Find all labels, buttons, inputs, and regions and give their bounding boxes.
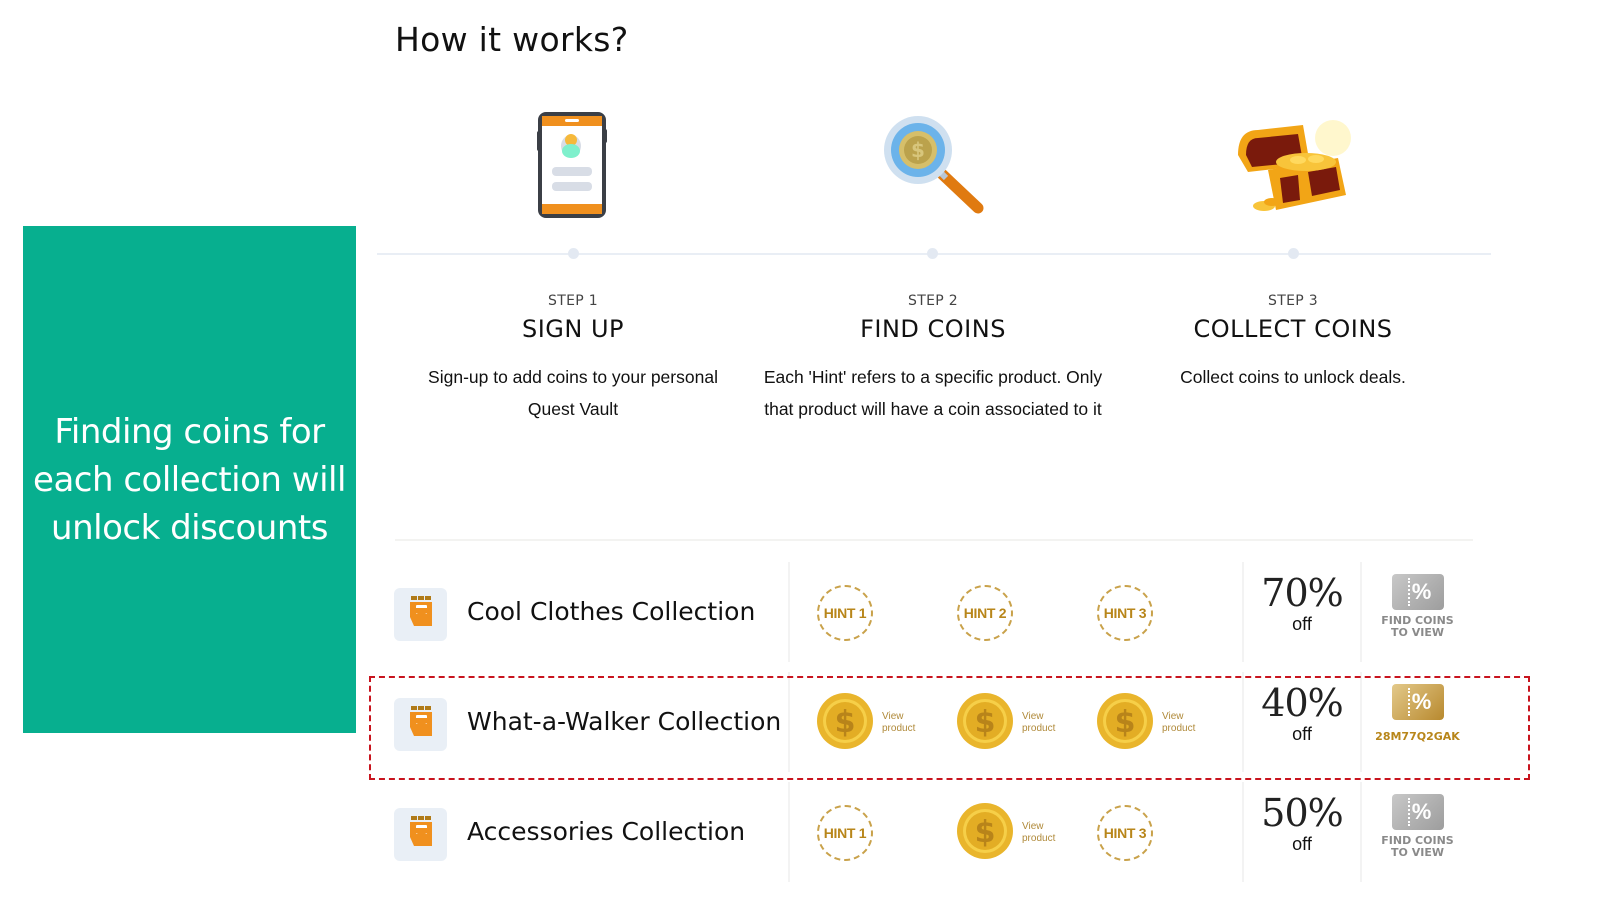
- callout-panel: Finding coins for each collection will u…: [23, 226, 356, 733]
- page-title: How it works?: [395, 20, 629, 59]
- collection-row: Cool Clothes Collection HINT 1 HINT 2 HINT …: [380, 562, 1520, 662]
- column-separator: [1242, 672, 1244, 772]
- column-separator: [1242, 562, 1244, 662]
- coin-slot[interactable]: $ View product: [956, 801, 1062, 865]
- steps-timeline: [377, 248, 1491, 259]
- discount-percent: 70%: [1261, 571, 1343, 615]
- coin-slot[interactable]: $ View product: [956, 691, 1062, 755]
- callout-text: Finding coins for each collection will u…: [33, 411, 346, 548]
- timeline-dot: [568, 248, 579, 259]
- step-collect-coins: STEP 3 COLLECT COINS Collect coins to un…: [1123, 100, 1463, 393]
- step-description: Each 'Hint' refers to a specific product…: [763, 367, 1103, 419]
- coupon-code[interactable]: 28M77Q2GAK: [1370, 730, 1465, 743]
- step-description: Collect coins to unlock deals.: [1180, 367, 1406, 387]
- column-separator: [788, 672, 790, 772]
- discount-percent: 50%: [1261, 791, 1343, 835]
- coin-slot[interactable]: $ View product: [1096, 691, 1202, 755]
- step-label: STEP 1: [548, 293, 598, 309]
- view-product-link[interactable]: View product: [882, 711, 922, 735]
- discount-suffix: off: [1292, 724, 1312, 744]
- collection-name: Accessories Collection: [467, 817, 746, 846]
- column-separator: [1360, 672, 1362, 772]
- svg-text:$: $: [1115, 705, 1136, 740]
- discount-display: 70% off: [1248, 570, 1356, 635]
- hint-button[interactable]: HINT 1: [817, 585, 873, 641]
- discount-display: 40% off: [1248, 680, 1356, 745]
- dollar-coin-icon[interactable]: $: [956, 692, 1014, 755]
- clothing-icon: [408, 595, 434, 634]
- discount-suffix: off: [1292, 834, 1312, 854]
- column-separator: [788, 562, 790, 662]
- clothing-icon: [408, 815, 434, 854]
- dollar-coin-icon[interactable]: $: [1096, 692, 1154, 755]
- timeline-dot: [927, 248, 938, 259]
- hint-button[interactable]: HINT 3: [1097, 585, 1153, 641]
- column-separator: [1242, 782, 1244, 882]
- coupon-block[interactable]: % 28M77Q2GAK: [1370, 684, 1465, 743]
- step-find-coins: $ STEP 2 FIND COINS Each 'Hint' refers t…: [763, 100, 1103, 425]
- dollar-coin-icon[interactable]: $: [816, 692, 874, 755]
- column-separator: [788, 782, 790, 882]
- coupon-block: % FIND COINS TO VIEW: [1370, 794, 1465, 859]
- collection-icon-box: [394, 588, 447, 641]
- treasure-chest-icon: [1123, 100, 1463, 230]
- collection-icon-box: [394, 698, 447, 751]
- coupon-block: % FIND COINS TO VIEW: [1370, 574, 1465, 639]
- step-label: STEP 3: [1268, 293, 1318, 309]
- hint-label: HINT 2: [963, 605, 1007, 621]
- collection-row: Accessories Collection HINT 1 $ View produc…: [380, 782, 1520, 882]
- section-divider: [395, 539, 1473, 541]
- step-description: Sign-up to add coins to your personal Qu…: [428, 367, 718, 419]
- collection-name: What-a-Walker Collection: [467, 707, 782, 736]
- view-product-link[interactable]: View product: [1162, 711, 1202, 735]
- coupon-ticket-icon: %: [1391, 684, 1444, 720]
- collection-name: Cool Clothes Collection: [467, 597, 756, 626]
- coupon-ticket-icon: %: [1391, 574, 1444, 610]
- collection-icon-box: [394, 808, 447, 861]
- discount-display: 50% off: [1248, 790, 1356, 855]
- hint-label: HINT 3: [1103, 825, 1147, 841]
- magnifier-coin-icon: $: [763, 100, 1103, 230]
- svg-text:$: $: [911, 138, 925, 162]
- view-product-link[interactable]: View product: [1022, 821, 1062, 845]
- coin-slot[interactable]: $ View product: [816, 691, 922, 755]
- step-label: STEP 2: [908, 293, 958, 309]
- hint-label: HINT 1: [823, 825, 867, 841]
- column-separator: [1360, 782, 1362, 882]
- step-sign-up: STEP 1 SIGN UP Sign-up to add coins to y…: [403, 100, 743, 425]
- view-product-link[interactable]: View product: [1022, 711, 1062, 735]
- smartphone-profile-icon: [403, 100, 743, 230]
- discount-percent: 40%: [1261, 681, 1343, 725]
- discount-suffix: off: [1292, 614, 1312, 634]
- hint-label: HINT 3: [1103, 605, 1147, 621]
- column-separator: [1360, 562, 1362, 662]
- step-title: FIND COINS: [860, 315, 1006, 343]
- svg-text:$: $: [975, 815, 996, 850]
- step-title: SIGN UP: [521, 315, 625, 343]
- timeline-dot: [1288, 248, 1299, 259]
- hint-button[interactable]: HINT 3: [1097, 805, 1153, 861]
- svg-text:$: $: [975, 705, 996, 740]
- clothing-icon: [408, 705, 434, 744]
- collection-row: What-a-Walker Collection $ View product $ Vi…: [380, 672, 1520, 772]
- dollar-coin-icon[interactable]: $: [956, 802, 1014, 865]
- step-title: COLLECT COINS: [1193, 315, 1393, 343]
- coupon-locked-text: FIND COINS TO VIEW: [1381, 834, 1454, 859]
- svg-text:$: $: [835, 705, 856, 740]
- hint-button[interactable]: HINT 1: [817, 805, 873, 861]
- coupon-locked-text: FIND COINS TO VIEW: [1381, 614, 1454, 639]
- hint-label: HINT 1: [823, 605, 867, 621]
- coupon-ticket-icon: %: [1391, 794, 1444, 830]
- hint-button[interactable]: HINT 2: [957, 585, 1013, 641]
